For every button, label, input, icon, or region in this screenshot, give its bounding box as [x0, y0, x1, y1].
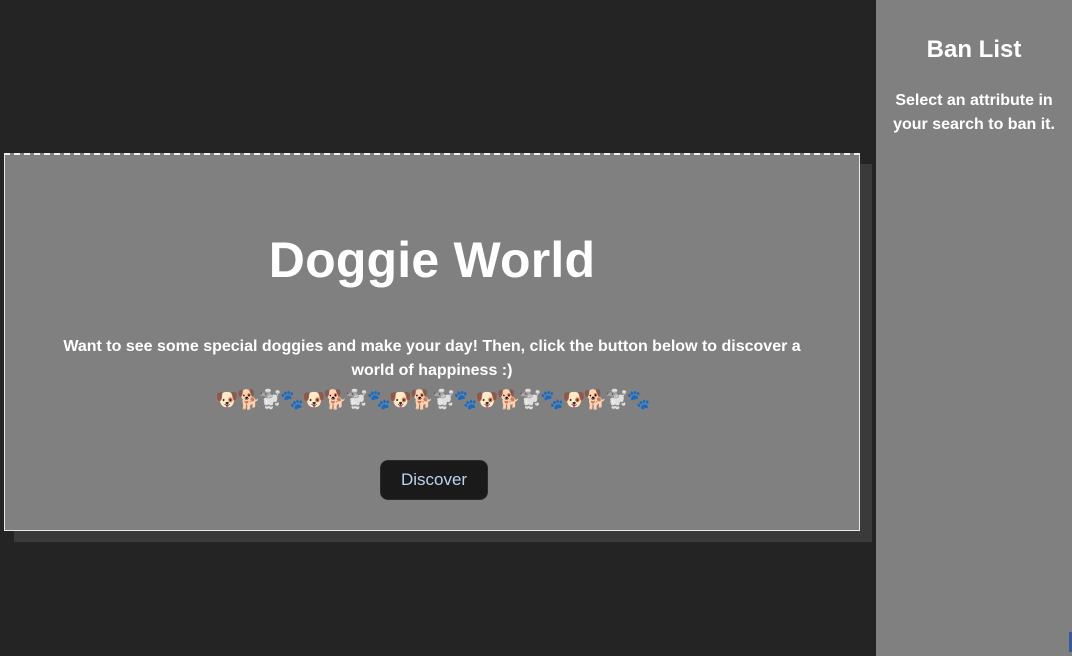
ban-list-hint: Select an attribute in your search to ba…: [893, 92, 1055, 133]
discover-card: Doggie World Want to see some special do…: [4, 153, 860, 531]
main-area: Doggie World Want to see some special do…: [0, 0, 876, 656]
ban-list-sidebar: Ban List Select an attribute in your sea…: [876, 0, 1072, 656]
discover-button[interactable]: Discover: [380, 460, 488, 500]
app-viewport: Doggie World Want to see some special do…: [0, 0, 1072, 656]
dog-emoji-row: 🐶🐕🐩🐾🐶🐕🐩🐾🐶🐕🐩🐾🐶🐕🐩🐾🐶🐕🐩🐾: [215, 389, 650, 411]
ban-list-title: Ban List: [926, 36, 1022, 63]
page-title: Doggie World: [268, 232, 596, 288]
intro-description: Want to see some special doggies and mak…: [63, 338, 801, 379]
